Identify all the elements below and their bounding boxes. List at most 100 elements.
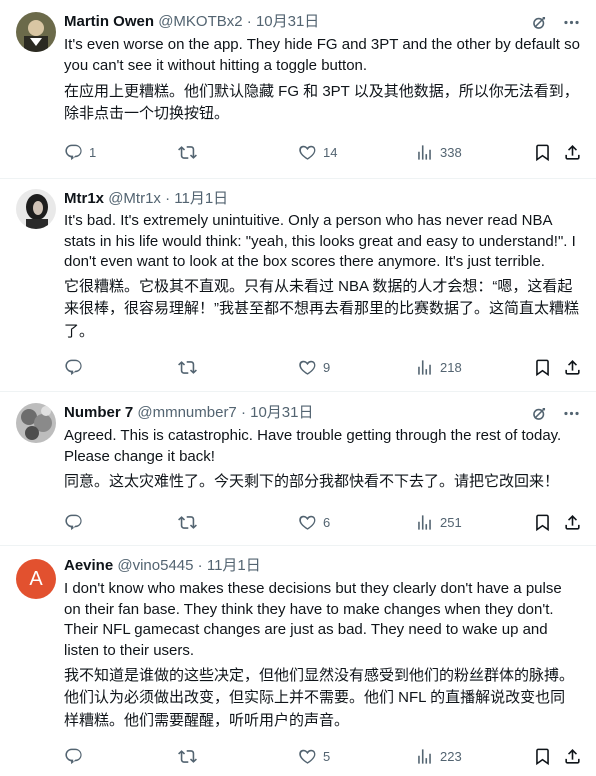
views-button[interactable]: 251 <box>415 513 462 532</box>
like-button[interactable]: 9 <box>298 358 330 377</box>
avatar-image <box>16 403 56 443</box>
retweet-icon <box>178 747 197 766</box>
display-name[interactable]: Mtr1x <box>64 190 104 207</box>
tweet-text: It's even worse on the app. They hide FG… <box>64 36 580 74</box>
more-icon[interactable] <box>560 402 582 424</box>
retweet-icon <box>178 143 197 162</box>
views-icon <box>415 747 434 766</box>
share-button[interactable] <box>563 513 582 532</box>
retweet-icon <box>178 358 197 377</box>
avatar[interactable] <box>16 12 56 52</box>
reply-button[interactable] <box>64 747 89 766</box>
grok-icon[interactable] <box>528 402 550 424</box>
timestamp[interactable]: 11月1日 <box>207 557 261 574</box>
avatar-letter: A <box>29 567 43 590</box>
views-icon <box>415 143 434 162</box>
retweet-icon <box>178 513 197 532</box>
share-button[interactable] <box>563 358 582 377</box>
reply-button[interactable]: 1 <box>64 143 96 162</box>
like-icon <box>298 747 317 766</box>
like-count: 14 <box>323 145 338 160</box>
tweet-header: Number 7 @mmnumber7 · 10月31日 <box>64 403 536 423</box>
reply-count: 1 <box>89 145 97 160</box>
reply-icon <box>64 358 83 377</box>
tweet-text: I don't know who makes these decisions b… <box>64 580 562 659</box>
like-button[interactable]: 5 <box>298 747 330 766</box>
handle[interactable]: @vino5445 <box>117 557 193 574</box>
handle[interactable]: @Mtr1x <box>108 190 161 207</box>
avatar[interactable] <box>16 189 56 229</box>
like-count: 6 <box>323 515 331 530</box>
bookmark-icon <box>533 358 552 377</box>
retweet-button[interactable] <box>178 747 203 766</box>
tweet-text: It's bad. It's extremely unintuitive. On… <box>64 212 576 271</box>
bookmark-button[interactable] <box>533 513 552 532</box>
bookmark-icon <box>533 513 552 532</box>
views-icon <box>415 358 434 377</box>
avatar-image <box>16 12 56 52</box>
tweet-translation: 它很糟糕。它极其不直观。只有从未看过 NBA 数据的人才会想：“嗯，这看起来很棒… <box>64 278 579 340</box>
handle[interactable]: @mmnumber7 <box>137 404 236 421</box>
action-bar: 6 251 <box>64 513 584 533</box>
action-bar: 5 223 <box>64 747 584 767</box>
timestamp[interactable]: 11月1日 <box>174 190 228 207</box>
retweet-button[interactable] <box>178 143 203 162</box>
bookmark-button[interactable] <box>533 747 552 766</box>
retweet-button[interactable] <box>178 358 203 377</box>
like-button[interactable]: 14 <box>298 143 337 162</box>
display-name[interactable]: Number 7 <box>64 404 133 421</box>
like-icon <box>298 358 317 377</box>
reply-icon <box>64 747 83 766</box>
share-button[interactable] <box>563 143 582 162</box>
reply-button[interactable] <box>64 358 89 377</box>
separator-dot: · <box>197 557 203 574</box>
like-count: 5 <box>323 749 331 764</box>
action-bar: 9 218 <box>64 358 584 378</box>
separator-dot: · <box>246 13 252 30</box>
share-icon <box>563 747 582 766</box>
share-icon <box>563 513 582 532</box>
timestamp[interactable]: 10月31日 <box>256 13 319 30</box>
tweet-header: Mtr1x @Mtr1x · 11月1日 <box>64 189 536 209</box>
reply-icon <box>64 513 83 532</box>
timestamp[interactable]: 10月31日 <box>250 404 313 421</box>
reply-tweet[interactable]: A Aevine @vino5445 · 11月1日 I don't know … <box>0 545 596 776</box>
display-name[interactable]: Aevine <box>64 557 113 574</box>
tweet-translation: 我不知道是谁做的这些决定，但他们显然没有感受到他们的粉丝群体的脉搏。他们认为必须… <box>64 667 575 729</box>
share-button[interactable] <box>563 747 582 766</box>
tweet-header: Martin Owen @MKOTBx2 · 10月31日 <box>64 12 536 32</box>
views-button[interactable]: 338 <box>415 143 462 162</box>
reply-icon <box>64 143 83 162</box>
grok-icon[interactable] <box>528 11 550 33</box>
like-button[interactable]: 6 <box>298 513 330 532</box>
bookmark-icon <box>533 143 552 162</box>
bookmark-button[interactable] <box>533 143 552 162</box>
view-count: 218 <box>440 360 462 375</box>
reply-button[interactable] <box>64 513 89 532</box>
more-icon[interactable] <box>560 11 582 33</box>
retweet-button[interactable] <box>178 513 203 532</box>
bookmark-icon <box>533 747 552 766</box>
avatar[interactable]: A <box>16 559 56 599</box>
like-count: 9 <box>323 360 331 375</box>
display-name[interactable]: Martin Owen <box>64 13 154 30</box>
header-actions <box>528 11 582 33</box>
separator-dot: · <box>165 190 171 207</box>
reply-tweet[interactable]: Number 7 @mmnumber7 · 10月31日 Agreed. Thi… <box>0 391 596 546</box>
handle[interactable]: @MKOTBx2 <box>158 13 242 30</box>
tweet-header: Aevine @vino5445 · 11月1日 <box>64 556 536 576</box>
reply-tweet[interactable]: Martin Owen @MKOTBx2 · 10月31日 It's even … <box>0 0 596 179</box>
separator-dot: · <box>240 404 246 421</box>
views-button[interactable]: 218 <box>415 358 462 377</box>
like-icon <box>298 143 317 162</box>
views-button[interactable]: 223 <box>415 747 462 766</box>
tweet-text: Agreed. This is catastrophic. Have troub… <box>64 427 562 465</box>
bookmark-button[interactable] <box>533 358 552 377</box>
reply-tweet[interactable]: Mtr1x @Mtr1x · 11月1日 It's bad. It's extr… <box>0 178 596 392</box>
view-count: 223 <box>440 749 462 764</box>
view-count: 251 <box>440 515 462 530</box>
view-count: 338 <box>440 145 462 160</box>
avatar[interactable] <box>16 403 56 443</box>
tweet-translation: 在应用上更糟糕。他们默认隐藏 FG 和 3PT 以及其他数据，所以你无法看到，除… <box>64 83 579 123</box>
header-actions <box>528 402 582 424</box>
